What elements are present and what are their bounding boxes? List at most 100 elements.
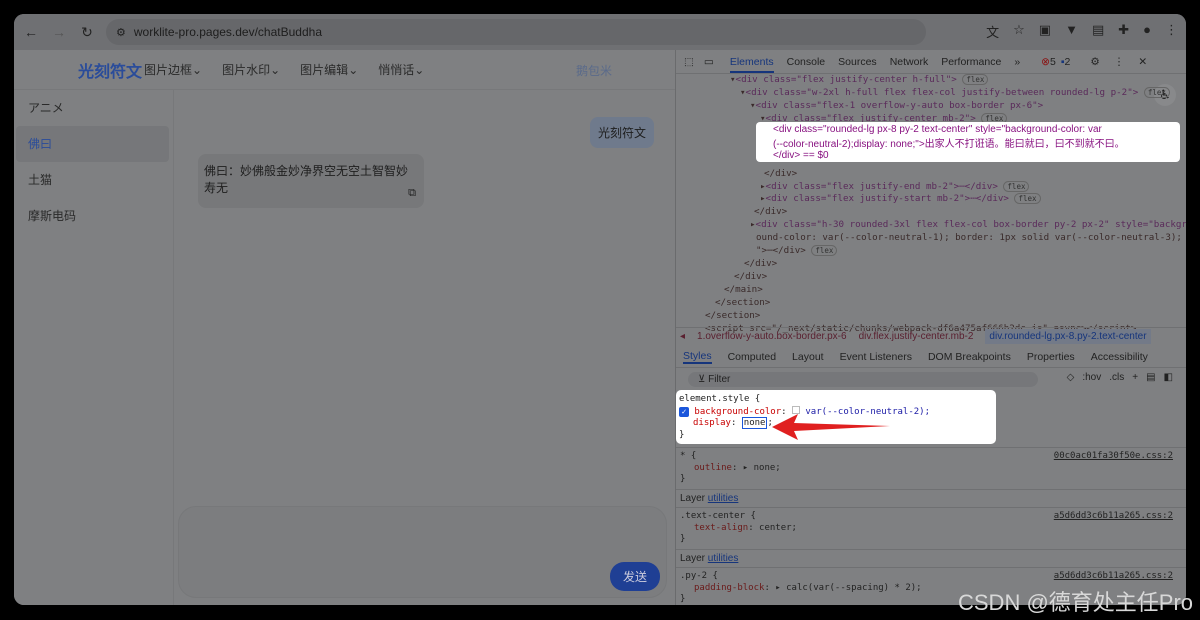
filter-input[interactable]: ⊻ Filter <box>688 371 1038 387</box>
extension-icon[interactable]: ▣ <box>1039 22 1051 41</box>
property-checkbox[interactable]: ✓ <box>679 406 689 417</box>
breadcrumb-item[interactable]: div.flex.justify-center.mb-2 <box>859 331 974 342</box>
property-value[interactable]: center; <box>759 523 797 533</box>
rule-source-link[interactable]: a5d6dd3c6b11a265.css:2 <box>1054 511 1173 523</box>
dom-node[interactable]: </div> <box>676 168 1176 181</box>
tab-sources[interactable]: Sources <box>838 56 877 68</box>
extensions-puzzle-icon[interactable]: ✚ <box>1118 22 1129 41</box>
dom-node[interactable]: ound-color: var(--color-neutral-1); bord… <box>676 232 1182 245</box>
tab-layout[interactable]: Layout <box>792 351 824 363</box>
tab-performance[interactable]: Performance <box>941 56 1001 68</box>
dom-node[interactable]: ▸<div class="flex justify-end mb-2">⋯</d… <box>676 180 1176 194</box>
dom-node[interactable]: ">⋯</div> flex <box>676 245 1176 258</box>
dom-node[interactable]: </div> <box>676 271 1176 284</box>
address-bar[interactable]: ⚙ worklite-pro.pages.dev/chatBuddha <box>106 19 926 45</box>
property-value[interactable]: ▸ calc(var(--spacing) * 2); <box>775 583 921 593</box>
site-settings-icon[interactable]: ⚙ <box>116 26 126 39</box>
error-count[interactable]: 5 <box>1050 56 1056 68</box>
menu-label: 图片水印 <box>222 63 271 77</box>
url-text: worklite-pro.pages.dev/chatBuddha <box>133 25 322 39</box>
copy-icon[interactable]: ⧉ <box>408 187 416 200</box>
inspect-icon[interactable]: ⬚ <box>684 56 694 68</box>
layer-label: Layer <box>680 492 706 504</box>
rule-source-link[interactable]: 00c0ac01fa30f50e.css:2 <box>1054 451 1173 463</box>
dom-node[interactable]: ▸<div class="flex justify-start mb-2">⋯<… <box>676 193 1176 206</box>
property-name[interactable]: background-color <box>694 407 781 417</box>
styles-tabs: Styles Computed Layout Event Listeners D… <box>676 346 1186 368</box>
flex-badge[interactable]: flex <box>1014 193 1041 205</box>
reload-icon[interactable]: ↻ <box>76 24 98 41</box>
breadcrumb-item[interactable]: div.rounded-lg.px-8.py-2.text-center <box>985 329 1151 344</box>
dom-node[interactable]: </main> <box>676 284 1176 297</box>
error-icon[interactable]: ⊗ <box>1041 56 1050 68</box>
tab-accessibility[interactable]: Accessibility <box>1091 351 1148 363</box>
rule-source-link[interactable]: a5d6dd3c6b11a265.css:2 <box>1054 571 1173 583</box>
sidebar-item-anime[interactable]: アニメ <box>16 90 169 126</box>
tab-styles[interactable]: Styles <box>683 350 712 364</box>
dom-node[interactable]: ▾<div class="flex justify-center h-full"… <box>676 74 1176 87</box>
layers-icon[interactable]: ◇ <box>1067 372 1075 383</box>
layer-link[interactable]: utilities <box>708 553 739 564</box>
layer-link[interactable]: utilities <box>708 493 739 504</box>
flex-badge[interactable]: flex <box>962 74 989 85</box>
tab-elements[interactable]: Elements <box>729 51 774 73</box>
sidebar-item-morse[interactable]: 摩斯电码 <box>16 198 169 234</box>
selected-dom-node[interactable]: <div class="rounded-lg px-8 py-2 text-ce… <box>756 122 1180 162</box>
more-tabs-icon[interactable]: » <box>1014 56 1020 68</box>
tab-computed[interactable]: Computed <box>728 351 776 363</box>
device-toolbar-icon[interactable]: ▭ <box>704 56 714 68</box>
app-logo[interactable]: 光刻符文 <box>78 58 142 82</box>
hov-button[interactable]: :hov <box>1082 372 1101 383</box>
back-icon[interactable]: ← <box>20 24 42 40</box>
tab-properties[interactable]: Properties <box>1027 351 1075 363</box>
extension-icon[interactable]: ▤ <box>1092 22 1104 41</box>
menu-image-watermark[interactable]: 图片水印⌄ <box>222 61 280 78</box>
property-name[interactable]: display <box>693 418 731 428</box>
dom-node[interactable]: </div> <box>676 206 1176 219</box>
user-name[interactable]: 鹅包米 <box>576 62 612 79</box>
avatar[interactable]: ● <box>1143 22 1151 41</box>
paint-icon[interactable]: ▤ <box>1146 372 1155 383</box>
tab-console[interactable]: Console <box>787 56 826 68</box>
sidebar-item-foyue[interactable]: 佛曰 <box>16 126 169 162</box>
message-count[interactable]: 2 <box>1065 56 1071 68</box>
cls-button[interactable]: .cls <box>1109 372 1124 383</box>
message-input[interactable]: 发送 <box>178 506 667 598</box>
tab-event-listeners[interactable]: Event Listeners <box>840 351 912 363</box>
translate-icon[interactable]: 文 <box>986 22 999 41</box>
menu-image-edit[interactable]: 图片编辑⌄ <box>300 61 358 78</box>
send-button[interactable]: 发送 <box>609 562 660 591</box>
property-value[interactable]: ▸ none; <box>743 463 781 473</box>
flex-badge[interactable]: flex <box>1003 180 1030 192</box>
dom-node[interactable]: </section> <box>676 310 1176 323</box>
forward-icon[interactable]: → <box>48 24 70 40</box>
tab-dom-breakpoints[interactable]: DOM Breakpoints <box>928 351 1011 363</box>
dom-node[interactable]: ▾<div class="w-2xl h-full flex flex-col … <box>676 86 1176 100</box>
breadcrumb-scroll-left[interactable]: ◂ <box>680 331 685 342</box>
property-name[interactable]: outline <box>694 463 732 473</box>
more-options-icon[interactable]: ⋮ <box>1114 56 1125 68</box>
property-name[interactable]: padding-block <box>694 583 764 593</box>
menu-image-border[interactable]: 图片边框⌄ <box>144 61 202 78</box>
property-value-editing[interactable]: none <box>741 417 768 429</box>
sidebar-item-tumao[interactable]: 土猫 <box>16 162 169 198</box>
css-rule: a5d6dd3c6b11a265.css:2 .text-center { te… <box>676 507 1186 549</box>
dom-node[interactable]: </div> <box>676 258 1176 271</box>
flex-badge[interactable]: flex <box>1143 86 1170 98</box>
bookmark-star-icon[interactable]: ☆ <box>1013 22 1025 41</box>
close-icon[interactable]: ✕ <box>1138 56 1147 68</box>
flex-badge[interactable]: flex <box>811 245 838 257</box>
settings-gear-icon[interactable]: ⚙ <box>1090 56 1099 68</box>
toggle-sidebar-icon[interactable]: ◧ <box>1164 372 1173 383</box>
breadcrumb-item[interactable]: 1.overflow-y-auto.box-border.px-6 <box>697 331 847 342</box>
menu-icon[interactable]: ⋮ <box>1165 22 1178 41</box>
new-rule-icon[interactable]: + <box>1132 372 1138 383</box>
dom-node[interactable]: ▸<div class="h-30 rounded-3xl flex flex-… <box>676 219 1186 232</box>
dom-node[interactable]: </section> <box>676 297 1176 310</box>
dom-node[interactable]: ▾<div class="flex-1 overflow-y-auto box-… <box>676 100 1176 113</box>
tab-network[interactable]: Network <box>890 56 929 68</box>
menu-whisper[interactable]: 悄悄话⌄ <box>378 61 424 78</box>
extension-icon[interactable]: ▼ <box>1065 22 1078 41</box>
property-name[interactable]: text-align <box>694 523 748 533</box>
dom-node-text: <div class="flex justify-end mb-2">⋯</di… <box>765 180 998 192</box>
